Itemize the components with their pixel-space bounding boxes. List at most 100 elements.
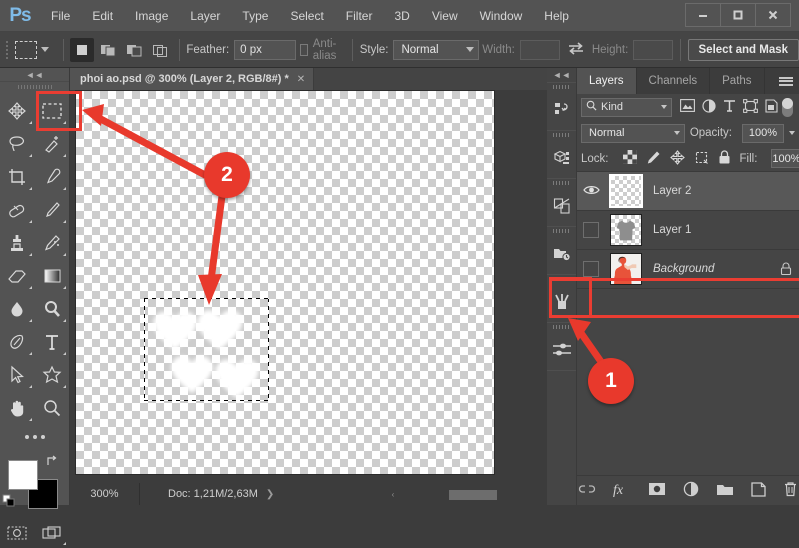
delete-layer-icon[interactable]	[783, 481, 798, 500]
menu-image[interactable]: Image	[124, 0, 179, 32]
layer-visibility-toggle[interactable]	[577, 211, 605, 250]
swap-dimensions-icon[interactable]	[568, 41, 584, 58]
lock-transparent-pixels-icon[interactable]	[623, 150, 637, 167]
tab-paths[interactable]: Paths	[710, 68, 764, 94]
menu-file[interactable]: File	[40, 0, 81, 32]
gradient-tool[interactable]	[35, 259, 70, 292]
menu-type[interactable]: Type	[231, 0, 279, 32]
lasso-tool[interactable]	[0, 127, 35, 160]
blend-mode-select[interactable]: Normal	[581, 124, 685, 143]
hand-tool[interactable]	[0, 391, 35, 424]
close-button[interactable]	[755, 3, 791, 27]
new-layer-icon[interactable]	[751, 482, 766, 500]
filter-enable-toggle[interactable]	[782, 98, 793, 117]
brush-tool[interactable]	[35, 193, 70, 226]
adjustments-panel-button[interactable]	[547, 178, 576, 226]
status-chevron-icon[interactable]: ❯	[266, 489, 274, 500]
filter-pixel-icon[interactable]	[680, 99, 695, 115]
brushes-panel-button[interactable]	[547, 274, 576, 322]
brush-settings-panel-button[interactable]	[547, 322, 576, 370]
filter-kind-select[interactable]: Kind	[581, 98, 672, 117]
tool-preset-picker[interactable]	[12, 39, 52, 61]
eyedropper-tool[interactable]	[35, 160, 70, 193]
layer-style-fx-icon[interactable]: fx	[613, 481, 631, 500]
layer-thumbnail-cell[interactable]	[605, 175, 647, 207]
new-adjustment-layer-icon[interactable]	[683, 481, 699, 500]
menu-window[interactable]: Window	[469, 0, 534, 32]
document-tab[interactable]: phoi ao.psd @ 300% (Layer 2, RGB/8#) * ✕	[70, 68, 314, 90]
history-brush-tool[interactable]	[35, 226, 70, 259]
subtract-from-selection-button[interactable]	[122, 38, 146, 62]
crop-tool[interactable]	[0, 160, 35, 193]
opacity-value[interactable]: 100%	[742, 124, 784, 143]
swap-colors-icon[interactable]	[46, 455, 60, 470]
canvas[interactable]	[75, 90, 495, 475]
lock-position-icon[interactable]	[670, 150, 685, 168]
add-layer-mask-icon[interactable]	[648, 482, 666, 499]
zoom-level-field[interactable]: 300%	[70, 483, 140, 505]
edit-toolbar-tool[interactable]	[0, 424, 69, 450]
horizontal-scroll-track[interactable]	[401, 487, 546, 501]
filter-smart-object-icon[interactable]	[765, 99, 778, 116]
table-row[interactable]: Layer 1	[577, 211, 799, 250]
move-tool[interactable]	[0, 94, 35, 127]
menu-view[interactable]: View	[421, 0, 469, 32]
scroll-left-icon[interactable]: ‹	[385, 490, 401, 499]
new-selection-button[interactable]	[70, 38, 94, 62]
layer-thumbnail-cell[interactable]	[605, 253, 647, 285]
new-group-icon[interactable]	[716, 482, 734, 499]
canvas-viewport[interactable]: ▲ ▼ 300% Doc: 1,21M/2,63M ❯ ‹ ›	[70, 90, 577, 505]
minimize-button[interactable]	[685, 3, 721, 27]
lock-artboard-icon[interactable]	[694, 150, 709, 168]
foreground-color-swatch[interactable]	[8, 460, 38, 490]
filter-type-icon[interactable]	[723, 99, 736, 116]
default-colors-icon[interactable]	[2, 494, 16, 511]
rectangular-marquee-tool[interactable]	[35, 94, 70, 127]
path-selection-tool[interactable]	[0, 358, 35, 391]
tab-channels[interactable]: Channels	[637, 68, 711, 94]
layer-visibility-toggle[interactable]	[577, 250, 605, 289]
table-row[interactable]: Layer 2	[577, 172, 799, 211]
type-tool[interactable]	[35, 325, 70, 358]
opacity-chevron-down-icon[interactable]	[789, 131, 795, 135]
anti-alias-control[interactable]: Anti-alias	[300, 38, 346, 62]
options-bar-grip[interactable]	[6, 41, 8, 59]
select-and-mask-button[interactable]: Select and Mask	[688, 39, 799, 61]
menu-edit[interactable]: Edit	[81, 0, 124, 32]
filter-shape-icon[interactable]	[743, 99, 758, 116]
menu-3d[interactable]: 3D	[383, 0, 420, 32]
lock-all-icon[interactable]	[718, 150, 731, 168]
intersect-with-selection-button[interactable]	[148, 38, 172, 62]
dodge-tool[interactable]	[35, 292, 70, 325]
feather-input[interactable]	[234, 40, 296, 60]
tab-layers[interactable]: Layers	[577, 68, 637, 94]
anti-alias-checkbox[interactable]	[300, 44, 308, 56]
link-layers-icon[interactable]	[578, 483, 596, 498]
maximize-button[interactable]	[720, 3, 756, 27]
layer-name[interactable]: Layer 2	[647, 185, 773, 197]
libraries-panel-button[interactable]	[547, 226, 576, 274]
quick-mask-icon[interactable]	[0, 518, 35, 548]
close-icon[interactable]: ✕	[297, 74, 305, 85]
menu-select[interactable]: Select	[279, 0, 334, 32]
style-select[interactable]: Normal	[393, 40, 479, 60]
table-row[interactable]: Background	[577, 250, 799, 289]
layer-name[interactable]: Layer 1	[647, 224, 773, 236]
add-to-selection-button[interactable]	[96, 38, 120, 62]
quick-selection-tool[interactable]	[35, 127, 70, 160]
menu-filter[interactable]: Filter	[335, 0, 384, 32]
tools-grip[interactable]	[0, 82, 69, 92]
lock-image-pixels-icon[interactable]	[646, 150, 661, 168]
clone-stamp-tool[interactable]	[0, 226, 35, 259]
menu-help[interactable]: Help	[533, 0, 580, 32]
history-panel-button[interactable]	[547, 82, 576, 130]
layer-name[interactable]: Background	[647, 263, 773, 275]
panel-menu-icon[interactable]	[779, 68, 793, 94]
fill-value[interactable]: 100%	[771, 149, 799, 168]
canvas-horizontal-scrollbar[interactable]: ‹ ›	[385, 483, 562, 505]
pen-tool[interactable]	[0, 325, 35, 358]
dock-collapse-button[interactable]: ◄◄	[547, 68, 576, 82]
zoom-tool[interactable]	[35, 391, 70, 424]
tools-collapse-button[interactable]: ◄◄	[0, 68, 69, 82]
horizontal-scroll-thumb[interactable]	[449, 490, 497, 500]
